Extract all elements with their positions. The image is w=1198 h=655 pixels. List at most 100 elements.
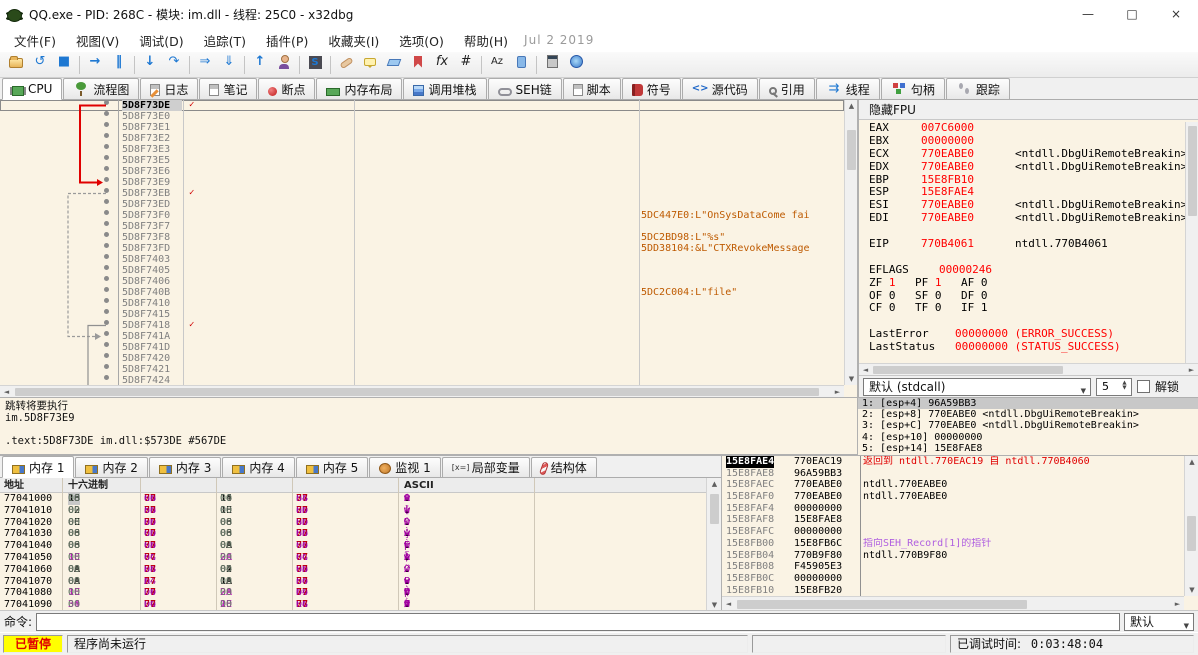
trace-over-button[interactable]: ⇓ [217,54,241,76]
disassembly-row[interactable]: 5D8F7410E8 26EEFAFFcall im.5D8A623B [0,298,844,309]
tab-references[interactable]: 引用 [759,78,815,99]
disassembly-row[interactable]: 5D8F7424895D F0mov dword ptr ss:[ebp-10]… [0,375,844,385]
disassembly-row[interactable]: 5D8F740B68 04C0C25Dpush im.5DC2C0045DC2C… [0,287,844,298]
breakpoint-dot[interactable] [104,243,109,248]
dump-row[interactable]: 7704103006 00 08 00C0 8D 04 7706 00 08 0… [0,528,706,540]
tab-script[interactable]: 脚本 [563,78,621,99]
menu-item-0[interactable]: 文件(F) [4,28,66,53]
memory-dump-pane[interactable]: 内存 1内存 2内存 3内存 4内存 5监视 1[x=]局部变量结构体 地址 十… [0,456,722,611]
breakpoint-dot[interactable] [104,111,109,116]
tab-dump-2[interactable]: 内存 2 [75,457,147,477]
disassembly-row[interactable]: 5D8F73F0C745 0C E047C45Dmov dword ptr ss… [0,210,844,221]
execute-till-return-button[interactable]: ↑ [248,54,272,76]
tab-handles[interactable]: 句柄 [881,78,945,99]
breakpoint-dot[interactable] [104,166,109,171]
disassembly-row[interactable]: 5D8F74036A 02push 2 [0,254,844,265]
stack-row[interactable]: 15E8FAE896A59BB3 [722,468,1198,480]
scroll-thumb[interactable] [737,600,1027,609]
disassembly-row[interactable]: 5D8F741D8D55 F0lea edx,dword ptr ss:[ebp… [0,342,844,353]
argument-row[interactable]: 2: [esp+8] 770EABE0 <ntdll.DbgUiRemoteBr… [858,409,1198,420]
dump-row[interactable]: 7704104006 00 08 00C8 8D 04 7708 00 0A 0… [0,540,706,552]
scroll-left-arrow[interactable]: ◄ [722,597,735,609]
stack-row[interactable]: 15E8FAE4770EAC19返回到 ntdll.770EAC19 自 ntd… [722,456,1198,468]
menu-item-2[interactable]: 调试(D) [129,28,193,53]
disassembly-row[interactable]: 5D8F740556push esi [0,265,844,276]
tab-log[interactable]: 日志 [140,78,198,99]
tab-dump-3[interactable]: 内存 3 [149,457,221,477]
disassembly-row[interactable]: 5D8F740668 82020000push 282 [0,276,844,287]
disassembly-vertical-scrollbar[interactable]: ▲ ▼ [844,100,857,385]
disassembly-row[interactable]: 5D8F73E6FF51 78call dword ptr ds:[ecx+78… [0,166,844,177]
maximize-button[interactable]: □ [1110,0,1154,28]
stack-vertical-scrollbar[interactable]: ▲ ▼ [1184,456,1198,596]
breakpoint-dot[interactable] [104,188,109,193]
scroll-down-arrow[interactable]: ▼ [1185,584,1198,596]
comments-button[interactable] [358,54,382,76]
breakpoint-dot[interactable] [104,177,109,182]
register-line[interactable]: CF 0TF 0IF 1 [869,302,1185,315]
menu-item-4[interactable]: 插件(P) [256,28,318,53]
breakpoint-dot[interactable] [104,155,109,160]
dump-row[interactable]: 7704107008 00 0A 00A4 D7 04 7718 00 1A 0… [0,576,706,588]
argument-row[interactable]: 5: [esp+14] 15E8FAE8 [858,443,1198,454]
stack-row[interactable]: 15E8FB1015E8FB20 [722,585,1198,597]
tab-notes[interactable]: 笔记 [199,78,257,99]
breakpoint-dot[interactable] [104,265,109,270]
calculator-button[interactable] [540,54,564,76]
disassembly-row[interactable]: 5D8F73E090nop [0,111,844,122]
command-input[interactable] [36,613,1120,631]
disassembly-row[interactable]: 5D8F73E550push eax [0,155,844,166]
stack-row[interactable]: 15E8FAF815E8FAE8 [722,514,1198,526]
tab-dump-4[interactable]: 内存 4 [222,457,294,477]
scroll-right-arrow[interactable]: ► [1171,597,1184,609]
disassembly-row[interactable]: 5D8F73E38B08mov ecx,dword ptr ds:[eax] [0,144,844,155]
register-line[interactable]: EDX770EABE0<ntdll.DbgUiRemoteBreakin> [869,161,1185,174]
breakpoint-dot[interactable] [104,364,109,369]
breakpoint-dot[interactable] [104,276,109,281]
tab-struct[interactable]: 结构体 [531,457,597,477]
stack-row[interactable]: 15E8FAF400000000 [722,503,1198,515]
tab-threads[interactable]: ⇉线程 [816,78,880,99]
hide-fpu-toggle[interactable]: 隐藏FPU [859,100,1198,120]
trace-into-button[interactable]: ⇒ [193,54,217,76]
disassembly-row[interactable]: 5D8F73E190nop [0,122,844,133]
disassembly-row[interactable]: 5D8F741A8B45 08mov eax,dword ptr ss:[ebp… [0,331,844,342]
scroll-thumb[interactable] [1187,516,1196,551]
register-line[interactable]: EAX007C6000 [869,122,1185,135]
breakpoint-dot[interactable] [104,375,109,380]
tab-watch-1[interactable]: 监视 1 [369,457,440,477]
unlock-checkbox[interactable] [1137,380,1150,393]
argument-row[interactable]: 3: [esp+C] 770EABE0 <ntdll.DbgUiRemoteBr… [858,420,1198,431]
disassembly-row[interactable]: 5D8F73DE✓EB 09jmp im.5D8F73E9 [0,100,844,111]
scroll-thumb[interactable] [1188,126,1197,216]
disassembly-row[interactable]: 5D8F73E985C0test eax,eax [0,177,844,188]
argument-row[interactable]: 1: [esp+4] 96A59BB3 [858,398,1198,409]
tab-cpu[interactable]: CPU [2,78,62,100]
tab-graph[interactable]: 流程图 [63,78,139,99]
functions-button[interactable]: fx [430,54,454,76]
scroll-thumb[interactable] [847,130,856,170]
stack-pane[interactable]: 15E8FAE4770EAC19返回到 ntdll.770EAC19 自 ntd… [722,456,1198,611]
breakpoint-dot[interactable] [104,309,109,314]
registers-vertical-scrollbar[interactable] [1185,122,1198,363]
dump-row[interactable]: 770410200C 00 0E 00D0 8D 04 7706 00 08 0… [0,517,706,529]
breakpoint-dot[interactable] [104,221,109,226]
breakpoint-dot[interactable] [104,331,109,336]
disassembly-row[interactable]: 5D8F73ED8D45 0Clea eax,dword ptr ss:[ebp… [0,199,844,210]
strings-button[interactable]: Az [485,54,509,76]
breakpoint-dot[interactable] [104,100,109,105]
scroll-thumb[interactable] [873,366,1063,374]
dump-row[interactable]: 7704106008 00 0A 00D8 8B 04 7702 00 04 0… [0,564,706,576]
disassembly-row[interactable]: 5D8F73F750push eax [0,221,844,232]
notes-tool-button[interactable] [509,54,533,76]
disassembly-row[interactable]: 5D8F73F868 98BDC25Dpush im.5DC2BD985DC2B… [0,232,844,243]
tab-source[interactable]: <>源代码 [682,78,758,99]
dump-row[interactable]: 7704100016 00 18 00C0 8B 04 7714 00 16 0… [0,493,706,505]
command-profile-select[interactable]: 默认 [1124,613,1194,631]
tab-locals[interactable]: [x=]局部变量 [442,457,530,477]
calling-convention-select[interactable]: 默认 (stdcall) [863,378,1091,396]
disassembly-row[interactable]: 5D8F73EB✓79 2Djns im.5D8F741A [0,188,844,199]
scroll-up-arrow[interactable]: ▲ [707,478,722,490]
register-line[interactable]: EBP15E8FB10 [869,174,1185,187]
patches-button[interactable] [334,54,358,76]
